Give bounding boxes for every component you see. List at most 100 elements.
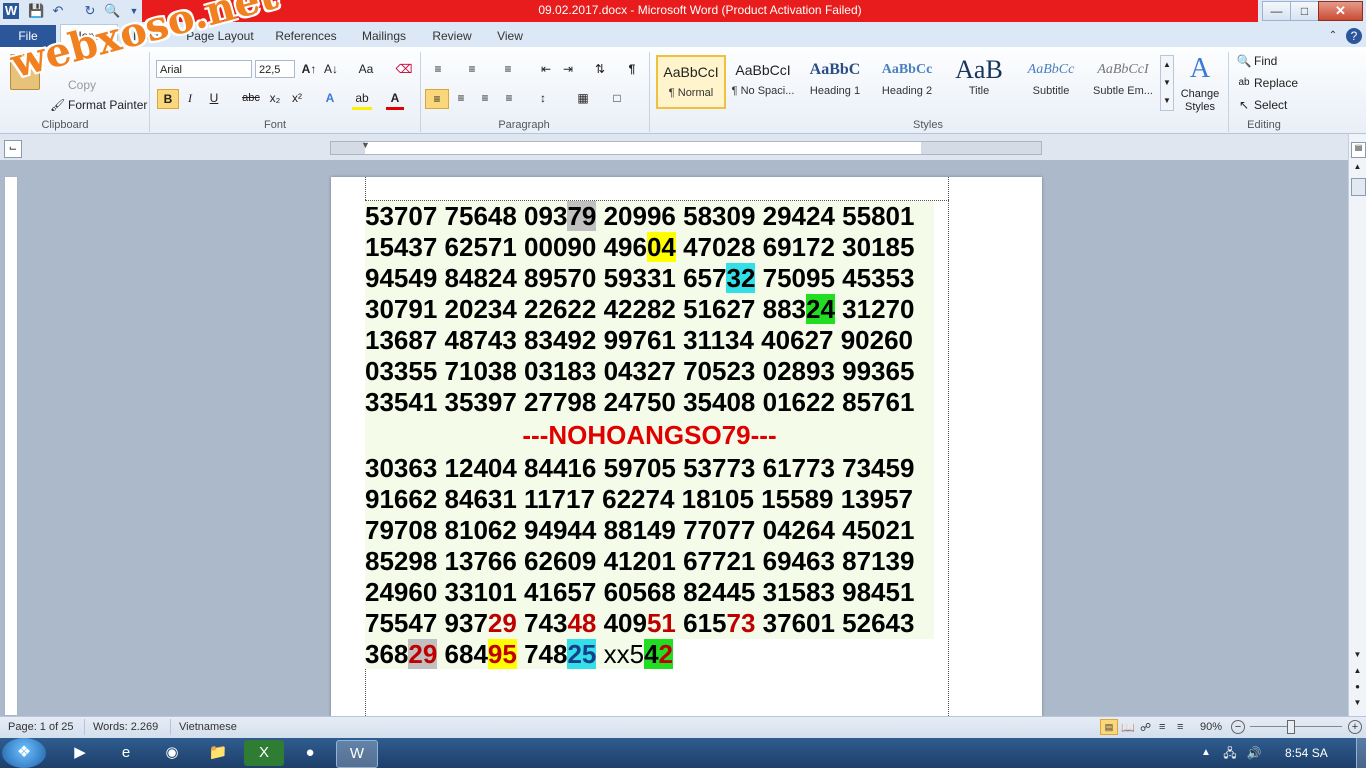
show-desktop-button[interactable] xyxy=(1356,738,1366,768)
subscript-icon[interactable]: x₂ xyxy=(266,89,284,107)
bold-icon[interactable]: B xyxy=(157,89,179,109)
bullets-icon[interactable]: ≡ xyxy=(428,60,448,78)
zoom-slider-track[interactable] xyxy=(1250,726,1342,727)
tab-view[interactable]: View xyxy=(490,25,530,47)
copy-button[interactable]: Copy xyxy=(68,76,96,94)
web-layout-icon[interactable]: ☍ xyxy=(1140,721,1151,734)
media-player-icon[interactable]: ▶ xyxy=(60,740,100,766)
grow-font-icon[interactable]: A↑ xyxy=(300,60,318,78)
line-spacing-icon[interactable]: ↕ xyxy=(532,89,554,107)
redo-icon[interactable]: ↻ xyxy=(82,3,98,19)
word-count[interactable]: Words: 2.269 xyxy=(93,721,158,733)
minimize-ribbon-icon[interactable]: ⌃ xyxy=(1326,25,1340,47)
superscript-icon[interactable]: x² xyxy=(288,89,306,107)
borders-icon[interactable]: □ xyxy=(606,89,628,107)
change-styles-button[interactable]: Change Styles xyxy=(1176,88,1224,116)
sort-icon[interactable]: ⇅ xyxy=(590,60,610,78)
highlight-color-icon[interactable]: ab xyxy=(352,89,372,110)
tab-references[interactable]: References xyxy=(270,25,342,47)
style-subtitle[interactable]: AaBbCc Subtitle xyxy=(1016,55,1086,109)
style-subtle-emphasis[interactable]: AaBbCcI Subtle Em... xyxy=(1088,55,1158,109)
style-title[interactable]: AaB Title xyxy=(944,55,1014,109)
font-name-combo[interactable]: Arial xyxy=(156,60,252,78)
document-text[interactable]: 53707 75648 09379 20996 58309 29424 5580… xyxy=(365,201,934,670)
align-left-icon[interactable]: ≡ xyxy=(425,89,449,109)
font-color-icon[interactable]: A xyxy=(386,89,404,110)
word-taskbar-icon[interactable]: W xyxy=(336,740,378,768)
firefox-icon[interactable]: ● xyxy=(290,740,330,766)
help-icon[interactable]: ? xyxy=(1346,28,1362,44)
scroll-down-icon[interactable]: ▼ xyxy=(1351,650,1364,662)
start-button[interactable]: ❖ xyxy=(2,738,46,768)
network-icon[interactable]: 🖧 xyxy=(1220,740,1240,766)
styles-scroll-icon[interactable]: ▲ ▼ ▼ xyxy=(1160,55,1174,111)
indent-marker-icon[interactable]: ▼ xyxy=(361,140,370,150)
change-styles-icon[interactable]: A xyxy=(1180,54,1220,84)
multilevel-list-icon[interactable]: ≡ xyxy=(498,60,518,78)
file-explorer-icon[interactable]: 📁 xyxy=(198,740,238,766)
increase-indent-icon[interactable]: ⇥ xyxy=(558,60,578,78)
select-button[interactable]: Select xyxy=(1254,96,1287,114)
numbering-icon[interactable]: ≡ xyxy=(462,60,482,78)
chrome-icon[interactable]: ◉ xyxy=(152,740,192,766)
previous-page-icon[interactable]: ▲ xyxy=(1351,666,1364,678)
page-count[interactable]: Page: 1 of 25 xyxy=(8,721,73,733)
select-icon[interactable]: ↖ xyxy=(1236,96,1252,114)
print-layout-icon[interactable]: ▤ xyxy=(1100,719,1118,735)
minimize-button[interactable]: — xyxy=(1262,1,1291,21)
align-center-icon[interactable]: ≡ xyxy=(451,89,471,107)
draft-icon[interactable]: ≡ xyxy=(1177,721,1183,733)
italic-icon[interactable]: I xyxy=(182,89,198,107)
replace-button[interactable]: Replace xyxy=(1254,74,1298,92)
strikethrough-icon[interactable]: abc xyxy=(240,89,262,107)
find-button[interactable]: Find xyxy=(1254,52,1277,70)
view-ruler-icon[interactable]: ▤ xyxy=(1351,142,1366,158)
close-button[interactable]: ✕ xyxy=(1318,1,1363,21)
style-heading-1[interactable]: AaBbC Heading 1 xyxy=(800,55,870,109)
tab-review[interactable]: Review xyxy=(424,25,480,47)
word-app-icon[interactable]: W xyxy=(3,3,19,19)
scroll-thumb[interactable] xyxy=(1351,178,1366,196)
save-icon[interactable]: 💾 xyxy=(28,3,44,19)
align-right-icon[interactable]: ≡ xyxy=(475,89,495,107)
replace-icon[interactable]: ab xyxy=(1236,74,1252,92)
zoom-in-icon[interactable]: + xyxy=(1348,720,1362,734)
underline-icon[interactable]: U xyxy=(206,89,222,107)
format-painter-icon[interactable]: 🖌 xyxy=(50,96,65,114)
internet-explorer-icon[interactable]: e xyxy=(106,740,146,766)
undo-icon[interactable]: ↶ xyxy=(50,3,66,19)
zoom-slider-thumb[interactable] xyxy=(1287,720,1295,734)
scroll-up-icon[interactable]: ▲ xyxy=(1351,162,1364,174)
excel-icon[interactable]: X xyxy=(244,740,284,766)
zoom-level[interactable]: 90% xyxy=(1200,721,1222,733)
outline-icon[interactable]: ≡ xyxy=(1159,721,1165,733)
tab-mailings[interactable]: Mailings xyxy=(354,25,414,47)
find-icon[interactable]: 🔍 xyxy=(1236,52,1252,70)
volume-icon[interactable]: 🔊 xyxy=(1244,740,1264,766)
show-hidden-icons-icon[interactable]: ▲ xyxy=(1198,740,1214,766)
justify-icon[interactable]: ≡ xyxy=(499,89,519,107)
language-indicator[interactable]: Vietnamese xyxy=(179,721,237,733)
next-page-icon[interactable]: ▼ xyxy=(1351,698,1364,710)
style-no-spacing[interactable]: AaBbCcI ¶ No Spaci... xyxy=(728,55,798,109)
horizontal-ruler[interactable]: ▼ xyxy=(330,140,1042,155)
decrease-indent-icon[interactable]: ⇤ xyxy=(536,60,556,78)
system-clock[interactable]: 8:54 SA xyxy=(1285,746,1328,760)
change-case-icon[interactable]: Aa xyxy=(354,60,378,78)
maximize-button[interactable]: □ xyxy=(1290,1,1319,21)
vertical-ruler[interactable] xyxy=(4,176,18,716)
browse-object-icon[interactable]: ● xyxy=(1351,682,1364,694)
format-painter-button[interactable]: Format Painter xyxy=(68,96,147,114)
zoom-out-icon[interactable]: − xyxy=(1231,720,1245,734)
font-size-combo[interactable]: 22,5 xyxy=(255,60,295,78)
style-normal[interactable]: AaBbCcI ¶ Normal xyxy=(656,55,726,109)
show-formatting-marks-icon[interactable]: ¶ xyxy=(622,60,642,78)
full-screen-reading-icon[interactable]: 📖 xyxy=(1121,721,1135,734)
vertical-scrollbar[interactable]: ▤ ▲ ▼ ▲ ● ▼ xyxy=(1348,134,1366,716)
clear-formatting-icon[interactable]: ⌫ xyxy=(394,60,414,78)
tab-selector-icon[interactable]: ⌙ xyxy=(4,140,22,158)
text-effects-icon[interactable]: A xyxy=(320,89,340,107)
shrink-font-icon[interactable]: A↓ xyxy=(322,60,340,78)
style-heading-2[interactable]: AaBbCc Heading 2 xyxy=(872,55,942,109)
shading-icon[interactable]: ▦ xyxy=(572,89,594,107)
